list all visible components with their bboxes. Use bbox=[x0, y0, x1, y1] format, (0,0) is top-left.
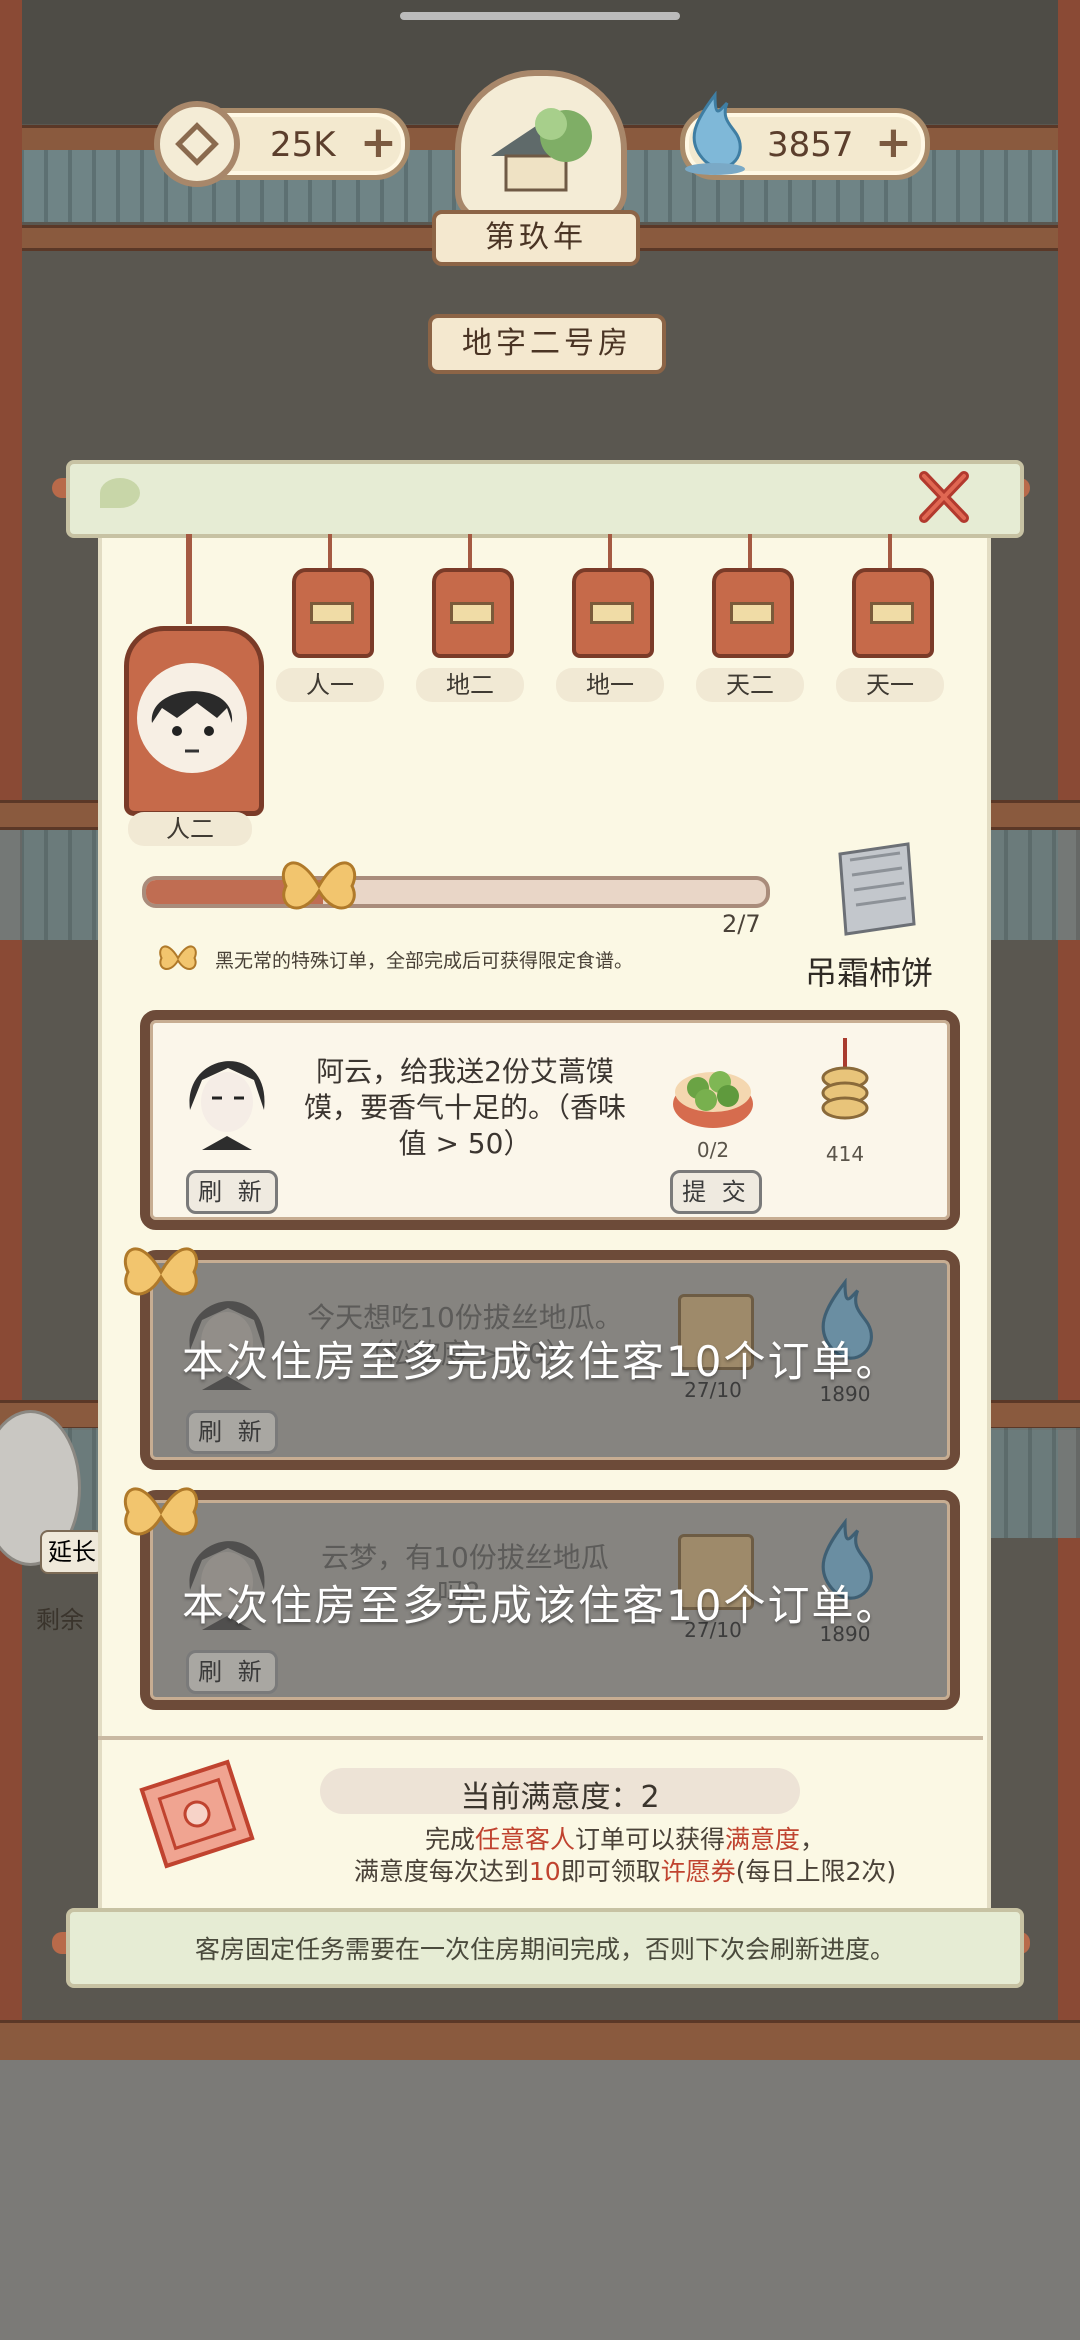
text-fragment: 即可领取 bbox=[560, 1857, 661, 1886]
order-request-text: 阿云，给我送2份艾蒿馍馍，要香气十足的。（香味值 > 50） bbox=[303, 1055, 626, 1160]
jade-amount: 3857 bbox=[767, 125, 854, 165]
order-card: 刷 新 阿云，给我送2份艾蒿馍馍，要香气十足的。（香味值 > 50） 0/2 提… bbox=[140, 1010, 960, 1230]
task-progress-text: 2/7 bbox=[722, 910, 761, 938]
text-fragment: (每日上限2次) bbox=[735, 1857, 897, 1886]
room-banner: 地字二号房 bbox=[428, 314, 666, 374]
satisfaction-line-2: 满意度每次达到10即可领取许愿券(每日上限2次) bbox=[300, 1852, 950, 1888]
home-indicator bbox=[400, 12, 680, 20]
order-limit-toast: 本次住房至多完成该住客10个订单。 bbox=[182, 1337, 900, 1386]
order-limit-toast: 本次住房至多完成该住客10个订单。 bbox=[182, 1581, 900, 1630]
aihao-bun-icon bbox=[670, 1048, 756, 1134]
butterfly-small-icon bbox=[155, 938, 201, 978]
tag-string bbox=[186, 534, 192, 624]
add-jade-icon[interactable]: + bbox=[875, 117, 912, 168]
coin-counter[interactable]: 25K + bbox=[154, 101, 410, 187]
text-fragment: 完成 bbox=[424, 1825, 475, 1854]
task-progress-bar bbox=[142, 876, 770, 908]
refresh-button[interactable]: 刷 新 bbox=[186, 1650, 278, 1694]
recipe-scroll-icon[interactable] bbox=[830, 840, 922, 940]
rank-label: 天一 bbox=[836, 668, 944, 702]
reward-amount: 414 bbox=[825, 1142, 865, 1166]
jade-counter[interactable]: 3857 + bbox=[680, 90, 930, 180]
butterfly-icon bbox=[118, 1472, 204, 1552]
text-fragment: 满意度每次达到 bbox=[353, 1857, 529, 1886]
special-order-note: 黑无常的特殊订单，全部完成后可获得限定食谱。 bbox=[215, 950, 634, 972]
highlight-threshold: 10 bbox=[528, 1857, 561, 1886]
scroll-header bbox=[66, 460, 1024, 538]
coin-icon bbox=[154, 101, 240, 187]
year-banner: 第玖年 bbox=[432, 210, 640, 266]
wish-voucher-icon[interactable] bbox=[132, 1754, 262, 1874]
coin-amount: 25K bbox=[270, 125, 336, 165]
scroll-footer: 客房固定任务需要在一次住房期间完成，否则下次会刷新进度。 bbox=[66, 1908, 1024, 1988]
refresh-button[interactable]: 刷 新 bbox=[186, 1410, 278, 1454]
current-rank-tag bbox=[124, 626, 264, 816]
rank-label: 地一 bbox=[556, 668, 664, 702]
reward-recipe-name: 吊霜柿饼 bbox=[805, 954, 934, 992]
ground bbox=[0, 2060, 1080, 2340]
inn-emblem[interactable] bbox=[455, 70, 627, 222]
submit-button[interactable]: 提 交 bbox=[670, 1170, 762, 1214]
footer-note: 客房固定任务需要在一次住房期间完成，否则下次会刷新进度。 bbox=[194, 1935, 895, 1964]
rank-tag-locked bbox=[292, 568, 374, 658]
highlight-satisfaction: 满意度 bbox=[725, 1825, 801, 1854]
highlight-any-guest: 任意客人 bbox=[474, 1825, 575, 1854]
section-divider bbox=[98, 1736, 983, 1740]
rank-tag-locked bbox=[432, 568, 514, 658]
rank-tag-locked bbox=[572, 568, 654, 658]
copper-coins-icon bbox=[810, 1038, 880, 1138]
rank-label: 人一 bbox=[276, 668, 384, 702]
rank-tag-locked bbox=[852, 568, 934, 658]
rank-tag-locked bbox=[712, 568, 794, 658]
butterfly-icon bbox=[118, 1232, 204, 1312]
satisfaction-line-1: 完成任意客人订单可以获得满意度， bbox=[300, 1820, 950, 1856]
order-item-count: 0/2 bbox=[696, 1138, 730, 1162]
remaining-label: 剩余 bbox=[36, 1606, 84, 1634]
rank-label: 地二 bbox=[416, 668, 524, 702]
highlight-wish-voucher: 许愿券 bbox=[660, 1857, 736, 1886]
refresh-button[interactable]: 刷 新 bbox=[186, 1170, 278, 1214]
close-icon[interactable] bbox=[912, 466, 974, 528]
right-pillar bbox=[1058, 0, 1080, 2060]
guest-avatar bbox=[137, 663, 247, 773]
text-fragment: 订单可以获得 bbox=[574, 1825, 725, 1854]
spirit-flame-icon bbox=[675, 90, 755, 177]
text-fragment: ， bbox=[800, 1825, 826, 1854]
ginkgo-leaf-icon bbox=[100, 478, 140, 508]
satisfaction-title: 当前满意度：2 bbox=[460, 1780, 660, 1815]
butterfly-icon bbox=[276, 846, 362, 926]
add-coins-icon[interactable]: + bbox=[360, 117, 397, 168]
left-pillar bbox=[0, 0, 22, 2060]
rank-label: 天二 bbox=[696, 668, 804, 702]
current-rank-label: 人二 bbox=[128, 812, 252, 846]
extend-button[interactable]: 延长 bbox=[40, 1530, 104, 1574]
guest-portrait bbox=[182, 1040, 272, 1160]
